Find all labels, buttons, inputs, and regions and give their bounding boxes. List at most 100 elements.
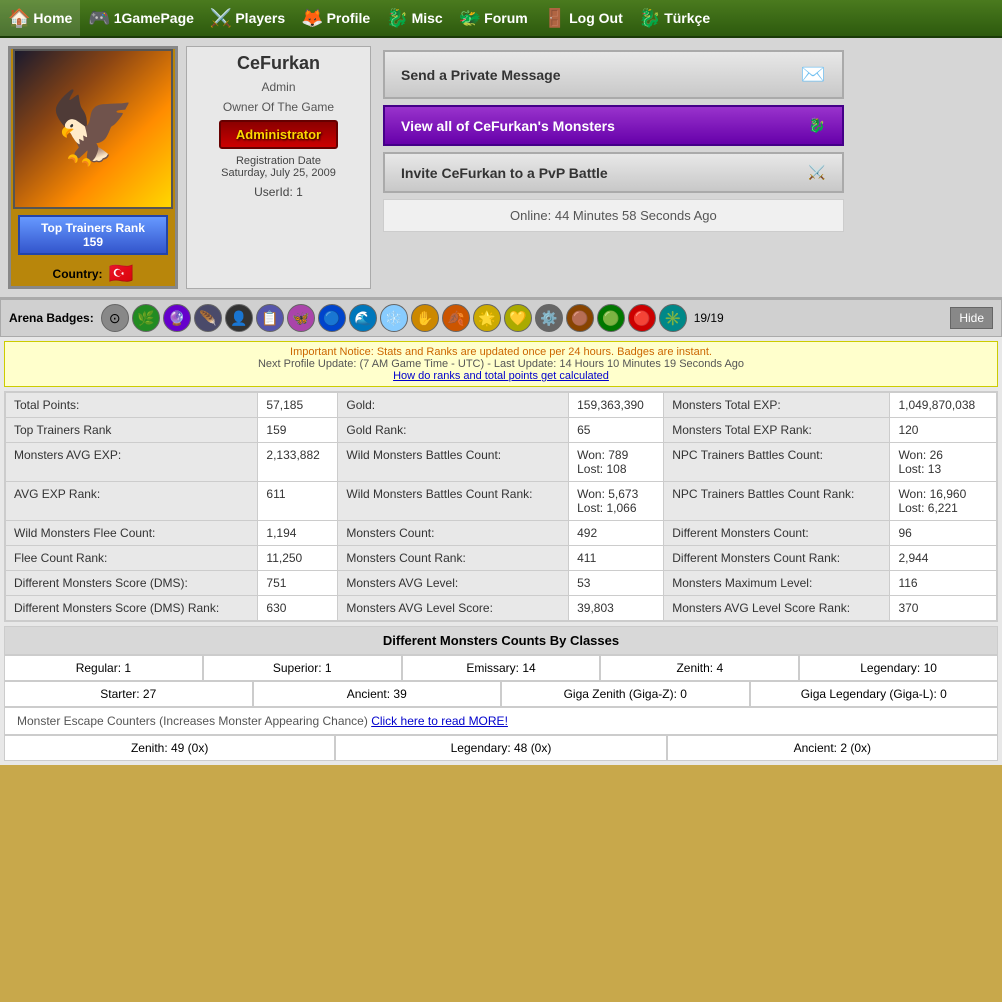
nav-logout[interactable]: 🚪 Log Out [536,0,631,36]
class-cell: Regular: 1 [4,655,203,681]
badge-water[interactable]: 🌊 [349,304,377,332]
ranks-link[interactable]: How do ranks and total points get calcul… [393,370,609,382]
class-cell: Starter: 27 [4,681,253,707]
stat-value: Won: 26 Lost: 13 [890,443,997,482]
classes-header: Different Monsters Counts By Classes [4,626,998,655]
main-content: Important Notice: Stats and Ranks are up… [0,337,1002,765]
badge-gear[interactable]: ⚙️ [535,304,563,332]
class-cell: Giga Legendary (Giga-L): 0 [750,681,999,707]
nav-players[interactable]: ⚔️ Players [202,0,293,36]
badge-clipboard[interactable]: 📋 [256,304,284,332]
nav-home[interactable]: 🏠 Home [0,0,80,36]
stat-label: Monsters AVG Level: [338,571,569,596]
profile-area: 🦅 Top Trainers Rank 159 Country: 🇹🇷 CeFu… [0,38,1002,299]
stat-value: 2,133,882 [258,443,338,482]
stat-label: NPC Trainers Battles Count: [664,443,890,482]
envelope-icon: ✉️ [801,62,826,87]
stat-value: Won: 16,960 Lost: 6,221 [890,482,997,521]
badge-star[interactable]: 🌟 [473,304,501,332]
online-status: Online: 44 Minutes 58 Seconds Ago [383,199,844,232]
pvp-battle-button[interactable]: Invite CeFurkan to a PvP Battle ⚔️ [383,152,844,193]
logout-icon: 🚪 [544,8,566,29]
swords-icon: ⚔️ [808,164,825,181]
stat-label: Monsters AVG EXP: [6,443,258,482]
country-row: Country: 🇹🇷 [53,261,134,286]
class-cell: Giga Zenith (Giga-Z): 0 [501,681,750,707]
nav-misc[interactable]: 🐉 Misc [378,0,451,36]
hide-badges-button[interactable]: Hide [950,307,993,329]
send-message-button[interactable]: Send a Private Message ✉️ [383,50,844,99]
stat-value: 159 [258,418,338,443]
badge-brown[interactable]: 🟤 [566,304,594,332]
badge-circle[interactable]: ⊙ [101,304,129,332]
badge-green[interactable]: 🟢 [597,304,625,332]
badge-ice[interactable]: ❄️ [380,304,408,332]
stat-label: Monsters AVG Level Score Rank: [664,596,890,621]
badge-blue[interactable]: 🔵 [318,304,346,332]
stat-label: Different Monsters Count Rank: [664,546,890,571]
badge-star2[interactable]: ✳️ [659,304,687,332]
badge-butterfly[interactable]: 🦋 [287,304,315,332]
gamepage-icon: 🎮 [88,8,110,29]
classes-row2: Starter: 27Ancient: 39Giga Zenith (Giga-… [4,681,998,707]
notice-line1: Important Notice: Stats and Ranks are up… [13,346,989,358]
spacer [856,46,994,289]
badge-leaf[interactable]: 🌿 [132,304,160,332]
stat-label: Different Monsters Score (DMS) Rank: [6,596,258,621]
rank-badge: Top Trainers Rank 159 [18,215,168,255]
stat-value: 1,049,870,038 [890,393,997,418]
stat-value: 11,250 [258,546,338,571]
players-icon: ⚔️ [210,8,232,29]
escape-counts-row: Zenith: 49 (0x)Legendary: 48 (0x)Ancient… [4,735,998,761]
username: CeFurkan [237,53,320,74]
stat-label: Wild Monsters Battles Count Rank: [338,482,569,521]
stat-value: 751 [258,571,338,596]
class-cell: Ancient: 39 [253,681,502,707]
stat-label: Different Monsters Score (DMS): [6,571,258,596]
stat-label: Total Points: [6,393,258,418]
monster-icon: 🐉 [808,117,825,134]
badge-red[interactable]: 🔴 [628,304,656,332]
nav-profile[interactable]: 🦊 Profile [293,0,378,36]
stat-label: Monsters Count Rank: [338,546,569,571]
stat-value: Won: 789 Lost: 108 [569,443,664,482]
stat-value: 1,194 [258,521,338,546]
notice-bar: Important Notice: Stats and Ranks are up… [4,341,998,387]
stat-label: Monsters AVG Level Score: [338,596,569,621]
stat-label: Flee Count Rank: [6,546,258,571]
escape-count-cell: Legendary: 48 (0x) [335,735,666,761]
badges-label: Arena Badges: [9,311,94,325]
stat-label: AVG EXP Rank: [6,482,258,521]
role-admin: Admin [261,80,295,94]
stat-value: Won: 5,673 Lost: 1,066 [569,482,664,521]
stat-value: 611 [258,482,338,521]
nav-gamepage[interactable]: 🎮 1GamePage [80,0,202,36]
admin-badge: Administrator [219,120,338,149]
badge-feather[interactable]: 🪶 [194,304,222,332]
action-box: Send a Private Message ✉️ View all of Ce… [379,46,848,289]
stat-value: 39,803 [569,596,664,621]
badge-count: 19/19 [694,311,724,325]
stat-value: 116 [890,571,997,596]
stat-label: Wild Monsters Flee Count: [6,521,258,546]
badge-yellow[interactable]: 💛 [504,304,532,332]
badge-gem[interactable]: 🔮 [163,304,191,332]
stat-value: 96 [890,521,997,546]
badge-hand[interactable]: ✋ [411,304,439,332]
stat-label: Gold: [338,393,569,418]
avatar-box: 🦅 Top Trainers Rank 159 Country: 🇹🇷 [8,46,178,289]
escape-link[interactable]: Click here to read MORE! [371,714,508,728]
escape-bar: Monster Escape Counters (Increases Monst… [4,707,998,735]
stat-value: 159,363,390 [569,393,664,418]
stat-label: NPC Trainers Battles Count Rank: [664,482,890,521]
class-cell: Emissary: 14 [402,655,601,681]
nav-forum[interactable]: 🐲 Forum [451,0,536,36]
userid: UserId: 1 [254,185,303,199]
view-monsters-button[interactable]: View all of CeFurkan's Monsters 🐉 [383,105,844,146]
badge-leaf2[interactable]: 🍂 [442,304,470,332]
stat-label: Gold Rank: [338,418,569,443]
stats-table: Total Points:57,185Gold:159,363,390Monst… [5,392,997,621]
forum-icon: 🐲 [459,8,481,29]
nav-language[interactable]: 🐉 Türkçe [631,0,718,36]
badge-ghost[interactable]: 👤 [225,304,253,332]
